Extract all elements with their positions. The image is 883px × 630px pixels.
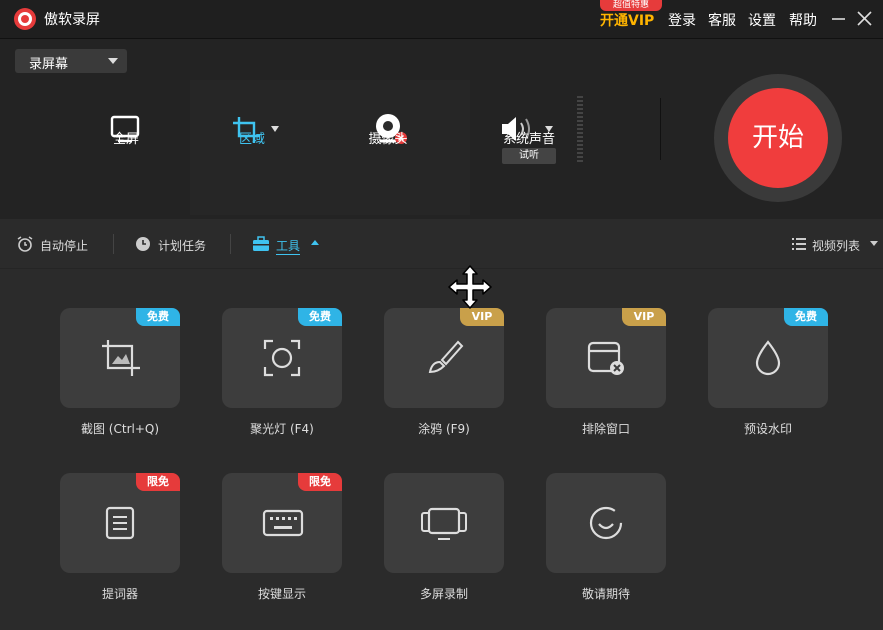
schedule-task-label: 计划任务 (158, 239, 207, 253)
schedule-task-button[interactable]: 计划任务 (134, 235, 214, 253)
region-label: 区域 (238, 132, 265, 147)
auto-stop-label: 自动停止 (40, 239, 89, 253)
app-window: 傲软录屏 超值特惠 开通VIP 登录 客服 设置 帮助 录屏幕 全屏 区域 摄像… (0, 0, 883, 630)
watermark-drop-icon (755, 340, 781, 376)
spotlight-icon (263, 339, 301, 377)
tool-tile-multi-screen[interactable] (384, 473, 504, 573)
webcam-source-button[interactable]: 摄像头 (333, 74, 443, 154)
recorder-divider (660, 98, 661, 160)
limited-free-badge: 限免 (298, 473, 342, 491)
free-badge: 免费 (136, 308, 180, 326)
tool-tile-key-display[interactable]: 限免 (222, 473, 342, 573)
region-source-button[interactable]: 区域 (202, 74, 312, 154)
system-audio-label: 系统声音 (502, 132, 555, 147)
alarm-clock-icon (17, 236, 33, 252)
tool-tile-watermark[interactable]: 免费 (708, 308, 828, 408)
support-link[interactable]: 客服 (708, 10, 736, 30)
tool-tile-doodle[interactable]: VIP (384, 308, 504, 408)
multi-screen-icon (421, 507, 467, 540)
tool-tile-spotlight[interactable]: 免费 (222, 308, 342, 408)
volume-meter (577, 96, 583, 162)
exclude-window-icon (587, 341, 624, 375)
tool-label: 预设水印 (743, 422, 792, 436)
open-vip-link[interactable]: 开通VIP (600, 10, 654, 30)
close-icon[interactable] (854, 6, 876, 30)
tools-tab[interactable]: 工具 (252, 235, 322, 255)
app-logo-icon (14, 8, 36, 30)
tool-tile-coming-soon[interactable] (546, 473, 666, 573)
tool-label: 敬请期待 (581, 587, 630, 601)
tool-label: 截图 (Ctrl+Q) (80, 422, 160, 436)
keyboard-icon (262, 509, 304, 537)
webcam-label: 摄像头 (368, 132, 408, 147)
smile-icon (589, 506, 623, 540)
move-cursor-icon (448, 265, 492, 309)
tool-label: 排除窗口 (581, 422, 630, 436)
region-dropdown-icon[interactable] (271, 126, 279, 132)
chevron-down-icon (108, 58, 118, 64)
app-title: 傲软录屏 (44, 12, 100, 28)
minimize-icon[interactable] (828, 6, 850, 30)
tool-label: 按键显示 (257, 587, 306, 601)
crop-screenshot-icon (102, 340, 140, 376)
system-audio-source-button[interactable]: 系统声音 (474, 74, 584, 154)
video-list-label: 视频列表 (812, 239, 861, 253)
brush-icon (428, 340, 464, 374)
chevron-down-icon (870, 241, 878, 246)
tool-tile-exclude-window[interactable]: VIP (546, 308, 666, 408)
record-mode-select[interactable]: 录屏幕 (15, 49, 127, 73)
video-list-button[interactable]: 视频列表 (790, 235, 880, 253)
limited-free-badge: 限免 (136, 473, 180, 491)
auto-stop-button[interactable]: 自动停止 (16, 235, 96, 253)
fullscreen-source-button[interactable]: 全屏 (71, 74, 181, 154)
toolbar-divider (113, 234, 114, 254)
audio-test-button[interactable]: 试听 (502, 148, 556, 164)
chevron-up-icon (311, 240, 319, 245)
tool-label: 多屏录制 (419, 587, 468, 601)
audio-dropdown-icon[interactable] (545, 126, 553, 132)
toolbox-icon (253, 236, 269, 251)
settings-link[interactable]: 设置 (748, 10, 776, 30)
tool-bar: 自动停止 计划任务 工具 视频列表 (0, 220, 883, 269)
login-link[interactable]: 登录 (668, 10, 696, 30)
tools-label: 工具 (276, 239, 301, 255)
tool-label: 聚光灯 (F4) (250, 422, 314, 436)
list-icon (792, 238, 806, 250)
tool-label: 提词器 (101, 587, 138, 601)
tool-tile-screenshot[interactable]: 免费 (60, 308, 180, 408)
vip-badge: VIP (622, 308, 666, 326)
clock-icon (136, 237, 150, 251)
free-badge: 免费 (784, 308, 828, 326)
title-bar: 傲软录屏 超值特惠 开通VIP 登录 客服 设置 帮助 (0, 0, 883, 39)
help-link[interactable]: 帮助 (789, 10, 817, 30)
toolbar-divider (230, 234, 231, 254)
tool-label: 涂鸦 (F9) (418, 422, 470, 436)
free-badge: 免费 (298, 308, 342, 326)
record-mode-value: 录屏幕 (29, 57, 69, 72)
vip-badge: VIP (460, 308, 504, 326)
teleprompter-icon (105, 506, 135, 540)
start-record-button[interactable]: 开始 (728, 88, 828, 188)
tool-tile-teleprompter[interactable]: 限免 (60, 473, 180, 573)
fullscreen-label: 全屏 (112, 132, 139, 147)
